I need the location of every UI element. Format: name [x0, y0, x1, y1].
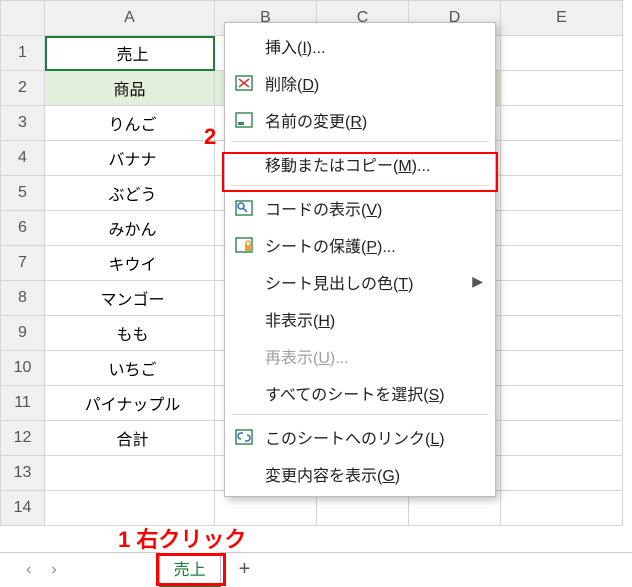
ctx-insert[interactable]: 挿入(I)... — [225, 27, 495, 64]
ctx-label: すべてのシートを選択(S) — [265, 381, 483, 405]
cell[interactable] — [501, 176, 623, 211]
ctx-label: シートの保護(P)... — [265, 233, 483, 257]
cell[interactable]: ぶどう — [45, 176, 215, 211]
chevron-right-icon: ▶ — [472, 273, 483, 290]
row-header[interactable]: 14 — [1, 491, 45, 526]
cell[interactable] — [501, 141, 623, 176]
ctx-separator — [231, 414, 489, 415]
row-header[interactable]: 6 — [1, 211, 45, 246]
ctx-view-code[interactable]: コードの表示(V) — [225, 189, 495, 226]
ctx-tab-color[interactable]: シート見出しの色(T) ▶ — [225, 263, 495, 300]
ctx-separator — [231, 185, 489, 186]
cell[interactable]: りんご — [45, 106, 215, 141]
row-header[interactable]: 7 — [1, 246, 45, 281]
row-header[interactable]: 9 — [1, 316, 45, 351]
select-all-cell[interactable] — [1, 1, 45, 36]
lock-icon — [233, 237, 255, 253]
ctx-label: 削除(D) — [265, 71, 483, 95]
cell[interactable] — [501, 281, 623, 316]
cell[interactable] — [501, 316, 623, 351]
ctx-move-or-copy[interactable]: 移動またはコピー(M)... — [225, 145, 495, 182]
row-header[interactable]: 2 — [1, 71, 45, 106]
tab-nav-prev[interactable]: ‹ — [20, 561, 37, 579]
delete-icon — [233, 75, 255, 91]
sheet-tab-bar: ‹ › 売上 + — [0, 552, 632, 586]
row-header[interactable]: 11 — [1, 386, 45, 421]
cell[interactable]: みかん — [45, 211, 215, 246]
code-icon — [233, 200, 255, 216]
ctx-protect-sheet[interactable]: シートの保護(P)... — [225, 226, 495, 263]
row-header[interactable]: 5 — [1, 176, 45, 211]
cell[interactable]: 売上 — [45, 36, 215, 71]
col-header-E[interactable]: E — [501, 1, 623, 36]
cell[interactable]: 商品 — [45, 71, 215, 106]
cell[interactable] — [501, 36, 623, 71]
cell[interactable] — [501, 71, 623, 106]
col-header-A[interactable]: A — [45, 1, 215, 36]
ctx-select-all-sheets[interactable]: すべてのシートを選択(S) — [225, 374, 495, 411]
ctx-label: コードの表示(V) — [265, 196, 483, 220]
add-sheet-button[interactable]: + — [229, 558, 261, 581]
cell[interactable] — [501, 351, 623, 386]
cell[interactable]: キウイ — [45, 246, 215, 281]
ctx-unhide: 再表示(U)... — [225, 337, 495, 374]
cell[interactable]: もも — [45, 316, 215, 351]
ctx-label: 名前の変更(R) — [265, 108, 483, 132]
ctx-label: 変更内容を表示(G) — [265, 462, 483, 486]
cell[interactable] — [501, 386, 623, 421]
cell[interactable] — [45, 491, 215, 526]
ctx-link-to-sheet[interactable]: このシートへのリンク(L) — [225, 418, 495, 455]
annotation-step1: 1 右クリック — [118, 522, 246, 554]
cell[interactable] — [501, 211, 623, 246]
row-header[interactable]: 12 — [1, 421, 45, 456]
ctx-show-changes[interactable]: 変更内容を表示(G) — [225, 455, 495, 492]
cell[interactable] — [501, 246, 623, 281]
cell[interactable] — [501, 421, 623, 456]
ctx-label: 再表示(U)... — [265, 344, 483, 368]
ctx-delete[interactable]: 削除(D) — [225, 64, 495, 101]
cell[interactable]: いちご — [45, 351, 215, 386]
cell[interactable] — [501, 491, 623, 526]
cell[interactable]: 合計 — [45, 421, 215, 456]
row-header[interactable]: 4 — [1, 141, 45, 176]
cell[interactable] — [501, 106, 623, 141]
cell[interactable]: マンゴー — [45, 281, 215, 316]
cell[interactable] — [501, 456, 623, 491]
row-header[interactable]: 1 — [1, 36, 45, 71]
ctx-label: 非表示(H) — [265, 307, 483, 331]
row-header[interactable]: 10 — [1, 351, 45, 386]
ctx-hide[interactable]: 非表示(H) — [225, 300, 495, 337]
row-header[interactable]: 8 — [1, 281, 45, 316]
cell[interactable]: パイナップル — [45, 386, 215, 421]
row-header[interactable]: 3 — [1, 106, 45, 141]
ctx-separator — [231, 141, 489, 142]
ctx-label: 挿入(I)... — [265, 34, 483, 58]
row-header[interactable]: 13 — [1, 456, 45, 491]
tab-nav-next[interactable]: › — [45, 561, 62, 579]
sheet-context-menu: 挿入(I)... 削除(D) 名前の変更(R) 移動またはコピー(M)... コ… — [224, 22, 496, 497]
ctx-label: このシートへのリンク(L) — [265, 425, 483, 449]
cell[interactable] — [45, 456, 215, 491]
ctx-rename[interactable]: 名前の変更(R) — [225, 101, 495, 138]
ctx-label: シート見出しの色(T) — [265, 270, 462, 294]
ctx-label: 移動またはコピー(M)... — [265, 152, 483, 176]
sheet-tab-active[interactable]: 売上 — [159, 552, 221, 587]
link-icon — [233, 429, 255, 445]
rename-icon — [233, 112, 255, 128]
cell[interactable]: バナナ — [45, 141, 215, 176]
